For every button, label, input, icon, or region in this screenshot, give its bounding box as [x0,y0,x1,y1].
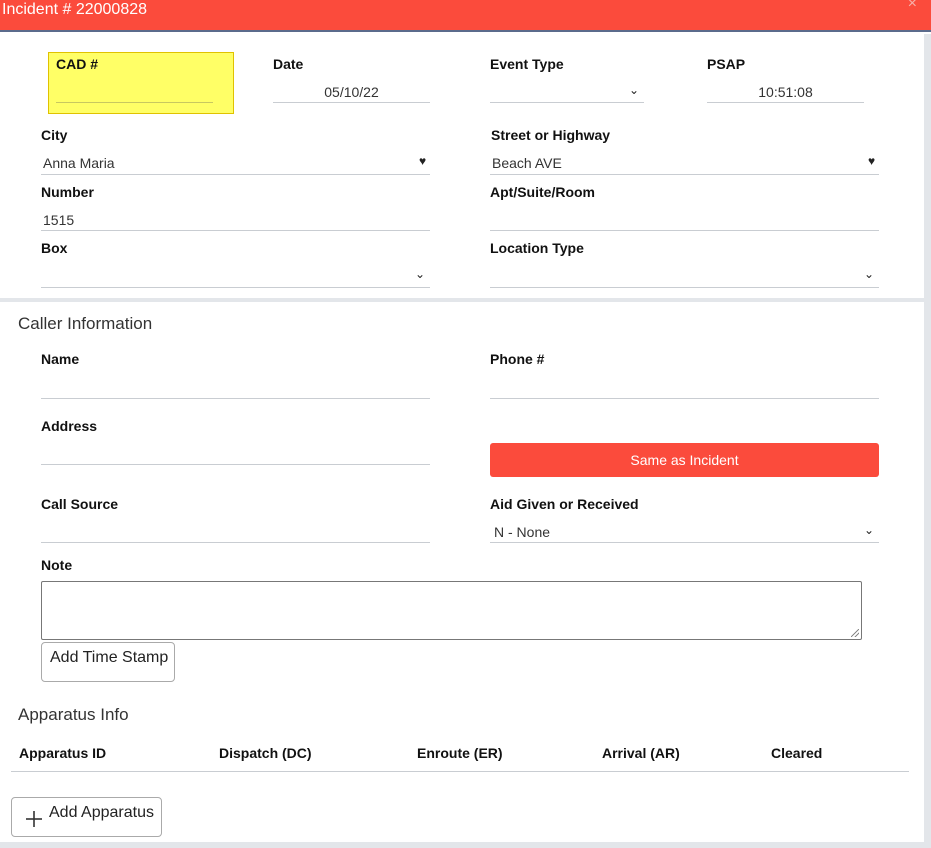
name-label: Name [41,351,80,367]
plus-icon [26,811,42,827]
street-label: Street or Highway [491,127,611,143]
date-input[interactable]: 05/10/22 [273,84,430,100]
aid-select[interactable]: N - None [494,524,854,540]
psap-label: PSAP [707,56,746,72]
event-type-underline [490,102,644,103]
date-underline [273,102,430,103]
call-source-underline [41,542,430,543]
address-underline [41,464,430,465]
add-apparatus-button[interactable]: Add Apparatus [11,797,162,837]
location-type-underline [490,287,879,288]
col-arrival: Arrival (AR) [602,745,680,761]
dialog-titlebar: Incident # 22000828 × [0,0,931,32]
street-combobox[interactable]: Beach AVE [492,155,862,171]
location-type-label: Location Type [490,240,584,256]
city-combobox[interactable]: Anna Maria [43,155,413,171]
col-apparatus-id: Apparatus ID [19,745,107,761]
scroll-gutter [924,34,931,848]
dialog-title: Incident # 22000828 [2,1,148,18]
name-underline [41,398,430,399]
city-underline [41,174,430,175]
col-dispatch: Dispatch (DC) [219,745,312,761]
box-select[interactable] [43,268,403,286]
address-input[interactable] [43,444,413,462]
chevron-down-icon[interactable]: ⌄ [864,267,874,281]
box-label: Box [41,240,68,256]
aid-underline [490,542,879,543]
add-time-stamp-button[interactable]: Add Time Stamp [41,642,175,682]
address-label: Address [41,418,98,434]
cad-label: CAD # [56,56,99,72]
apparatus-section-title: Apparatus Info [18,705,129,724]
heart-chevron-icon[interactable]: ♥ [868,154,875,168]
number-input[interactable]: 1515 [43,212,413,228]
caller-section-title: Caller Information [18,314,153,333]
cad-input[interactable] [56,84,213,102]
table-header-divider [11,771,909,772]
event-type-label: Event Type [490,56,564,72]
same-as-incident-button[interactable]: Same as Incident [490,443,879,477]
call-source-input[interactable] [43,522,413,540]
note-textarea[interactable] [41,581,862,640]
phone-input[interactable] [492,378,862,396]
cad-input-underline [56,102,213,103]
street-underline [490,174,879,175]
psap-underline [707,102,864,103]
date-label: Date [273,56,304,72]
add-time-stamp-label: Add Time Stamp [50,649,169,666]
number-underline [41,230,430,231]
city-label: City [41,127,68,143]
apt-label: Apt/Suite/Room [490,184,595,200]
chevron-down-icon[interactable]: ⌄ [415,267,425,281]
phone-label: Phone # [490,351,545,367]
heart-chevron-icon[interactable]: ♥ [419,154,426,168]
call-source-label: Call Source [41,496,119,512]
col-enroute: Enroute (ER) [417,745,503,761]
number-label: Number [41,184,94,200]
close-icon[interactable]: × [908,0,917,14]
add-apparatus-label: Add Apparatus [49,804,154,821]
box-underline [41,287,430,288]
bottom-gutter [0,842,924,848]
name-input[interactable] [43,378,413,396]
resize-grip-icon[interactable] [851,629,859,637]
chevron-down-icon[interactable]: ⌄ [864,523,874,537]
aid-label: Aid Given or Received [490,496,639,512]
phone-underline [490,398,879,399]
location-type-select[interactable] [492,268,852,286]
apt-input[interactable] [492,212,862,230]
chevron-down-icon[interactable]: ⌄ [629,83,639,97]
apt-underline [490,230,879,231]
event-type-select[interactable] [490,84,630,102]
note-label: Note [41,557,73,573]
psap-input[interactable]: 10:51:08 [707,84,864,100]
col-cleared: Cleared [771,745,823,761]
